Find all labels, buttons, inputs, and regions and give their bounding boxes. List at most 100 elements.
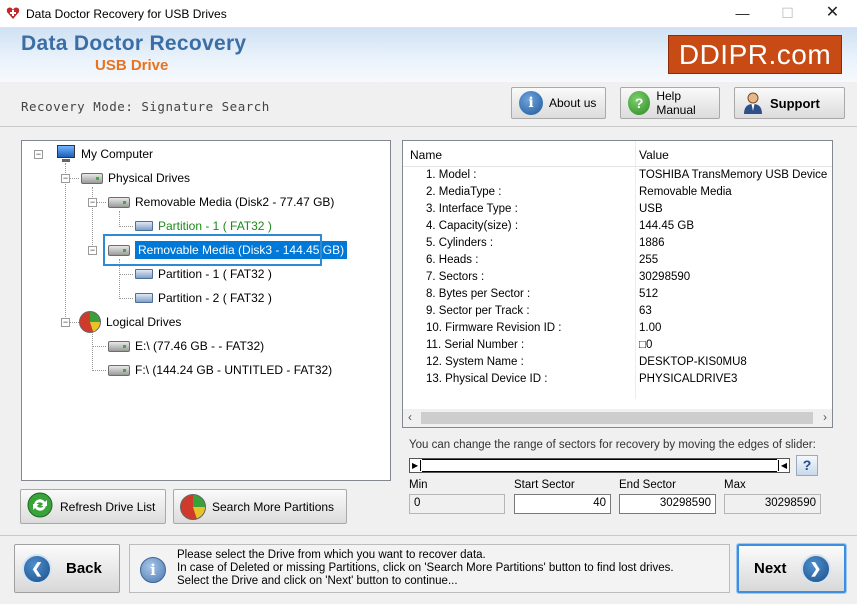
recovery-mode-label: Recovery Mode: Signature Search bbox=[21, 99, 270, 114]
property-value: 1886 bbox=[639, 237, 665, 249]
close-button[interactable]: ✕ bbox=[810, 0, 855, 28]
search-more-partitions-button[interactable]: Search More Partitions bbox=[173, 489, 347, 524]
collapse-toggle[interactable]: − bbox=[61, 318, 70, 327]
support-person-icon bbox=[742, 91, 764, 115]
table-row[interactable]: 7. Sectors : 30298590 bbox=[403, 269, 832, 286]
help-manual-button[interactable]: ? Help Manual bbox=[620, 87, 720, 119]
min-field: 0 bbox=[409, 494, 505, 514]
slider-left-handle[interactable]: ▶ bbox=[412, 460, 421, 471]
property-value: 255 bbox=[639, 254, 659, 266]
partition-icon bbox=[135, 293, 153, 303]
partition-icon bbox=[135, 221, 153, 231]
table-row[interactable]: 3. Interface Type : USB bbox=[403, 201, 832, 218]
brand-logo: DDIPR.com bbox=[668, 35, 842, 74]
tree-node-f-drive[interactable]: F:\ (144.24 GB - UNTITLED - FAT32) bbox=[108, 360, 332, 380]
drive-tree[interactable]: − − − − − My Computer Physical Drives Re… bbox=[21, 140, 391, 481]
back-arrow-icon: ❮ bbox=[22, 553, 52, 584]
maximize-button[interactable]: ☐ bbox=[765, 0, 810, 28]
back-button[interactable]: ❮ Back bbox=[14, 544, 120, 593]
app-icon bbox=[6, 7, 20, 19]
next-arrow-icon: ❯ bbox=[800, 553, 831, 584]
table-row[interactable]: 10. Firmware Revision ID : 1.00 bbox=[403, 320, 832, 337]
collapse-toggle[interactable]: − bbox=[34, 150, 43, 159]
app-title: Data Doctor Recovery bbox=[21, 32, 247, 55]
minimize-button[interactable]: — bbox=[720, 0, 765, 28]
partition-pie-icon bbox=[180, 493, 206, 520]
info-icon: i bbox=[140, 557, 166, 583]
slider-right-handle[interactable]: ◀ bbox=[778, 460, 787, 471]
computer-icon bbox=[56, 145, 76, 163]
property-value: 144.45 GB bbox=[639, 220, 694, 232]
max-field: 30298590 bbox=[724, 494, 821, 514]
table-row[interactable]: 8. Bytes per Sector : 512 bbox=[403, 286, 832, 303]
table-row[interactable]: 11. Serial Number : □0 bbox=[403, 337, 832, 354]
property-name: 8. Bytes per Sector : bbox=[426, 288, 531, 300]
max-label: Max bbox=[724, 479, 746, 491]
collapse-toggle[interactable]: − bbox=[88, 246, 97, 255]
next-button[interactable]: Next ❯ bbox=[736, 543, 847, 594]
drive-icon bbox=[81, 172, 103, 184]
drive-properties-list[interactable]: Name Value 1. Model : TOSHIBA TransMemory… bbox=[402, 140, 833, 428]
table-row[interactable]: 1. Model : TOSHIBA TransMemory USB Device bbox=[403, 167, 832, 184]
property-name: 2. MediaType : bbox=[426, 186, 502, 198]
property-value: USB bbox=[639, 203, 663, 215]
support-button[interactable]: Support bbox=[734, 87, 845, 119]
list-header: Name Value bbox=[403, 141, 832, 167]
tree-connector bbox=[92, 346, 106, 347]
collapse-toggle[interactable]: − bbox=[61, 174, 70, 183]
sector-range-slider[interactable]: ▶ ◀ bbox=[409, 458, 790, 473]
tree-node-logical-drives[interactable]: Logical Drives bbox=[79, 311, 181, 333]
end-sector-field[interactable]: 30298590 bbox=[619, 494, 716, 514]
collapse-toggle[interactable]: − bbox=[88, 198, 97, 207]
table-row[interactable]: 12. System Name : DESKTOP-KIS0MU8 bbox=[403, 354, 832, 371]
property-value: PHYSICALDRIVE3 bbox=[639, 373, 738, 385]
refresh-drive-list-button[interactable]: Refresh Drive List bbox=[20, 489, 166, 524]
info-line-2: In case of Deleted or missing Partitions… bbox=[177, 562, 674, 574]
table-row[interactable]: 4. Capacity(size) : 144.45 GB bbox=[403, 218, 832, 235]
about-us-button[interactable]: i About us bbox=[511, 87, 606, 119]
property-name: 12. System Name : bbox=[426, 356, 524, 368]
next-label: Next bbox=[754, 560, 787, 577]
property-value: □0 bbox=[639, 339, 653, 351]
table-row[interactable]: 9. Sector per Track : 63 bbox=[403, 303, 832, 320]
property-name: 13. Physical Device ID : bbox=[426, 373, 548, 385]
property-value: DESKTOP-KIS0MU8 bbox=[639, 356, 747, 368]
tree-node-my-computer[interactable]: My Computer bbox=[56, 144, 153, 164]
start-sector-field[interactable]: 40 bbox=[514, 494, 611, 514]
selection-highlight bbox=[103, 234, 322, 266]
tree-connector bbox=[119, 211, 120, 227]
help-manual-label: Help Manual bbox=[656, 89, 696, 117]
column-header-name[interactable]: Name bbox=[410, 148, 442, 162]
footer-divider bbox=[0, 535, 857, 536]
horizontal-scrollbar[interactable]: ‹ › bbox=[403, 409, 832, 427]
property-value: Removable Media bbox=[639, 186, 732, 198]
table-row[interactable]: 5. Cylinders : 1886 bbox=[403, 235, 832, 252]
column-header-value[interactable]: Value bbox=[639, 148, 669, 162]
property-value: 512 bbox=[639, 288, 659, 300]
tree-connector bbox=[92, 370, 106, 371]
tree-connector bbox=[119, 274, 133, 275]
slider-track bbox=[422, 459, 777, 472]
property-name: 9. Sector per Track : bbox=[426, 305, 530, 317]
tree-node-physical-drives[interactable]: Physical Drives bbox=[81, 168, 190, 188]
table-row[interactable]: 2. MediaType : Removable Media bbox=[403, 184, 832, 201]
tree-node-disk3-partition-1[interactable]: Partition - 1 ( FAT32 ) bbox=[135, 264, 272, 284]
start-sector-label: Start Sector bbox=[514, 479, 575, 491]
table-row[interactable]: 13. Physical Device ID : PHYSICALDRIVE3 bbox=[403, 371, 832, 388]
slider-help-button[interactable]: ? bbox=[796, 455, 818, 476]
info-icon: i bbox=[519, 91, 543, 115]
table-row[interactable]: 6. Heads : 255 bbox=[403, 252, 832, 269]
property-value: 1.00 bbox=[639, 322, 662, 334]
pie-chart-icon bbox=[79, 311, 101, 333]
tree-node-e-drive[interactable]: E:\ (77.46 GB - - FAT32) bbox=[108, 336, 264, 356]
property-name: 4. Capacity(size) : bbox=[426, 220, 519, 232]
tree-node-disk2[interactable]: Removable Media (Disk2 - 77.47 GB) bbox=[108, 192, 334, 212]
scrollbar-thumb[interactable] bbox=[421, 412, 813, 424]
header-banner: Data Doctor Recovery USB Drive DDIPR.com bbox=[0, 28, 857, 82]
tree-node-disk3-partition-2[interactable]: Partition - 2 ( FAT32 ) bbox=[135, 288, 272, 308]
tree-node-disk2-partition-1[interactable]: Partition - 1 ( FAT32 ) bbox=[135, 216, 272, 236]
scroll-left-arrow[interactable]: ‹ bbox=[408, 410, 412, 424]
slider-instruction: You can change the range of sectors for … bbox=[409, 439, 816, 451]
scroll-right-arrow[interactable]: › bbox=[823, 410, 827, 424]
info-line-3: Select the Drive and click on 'Next' but… bbox=[177, 575, 458, 587]
